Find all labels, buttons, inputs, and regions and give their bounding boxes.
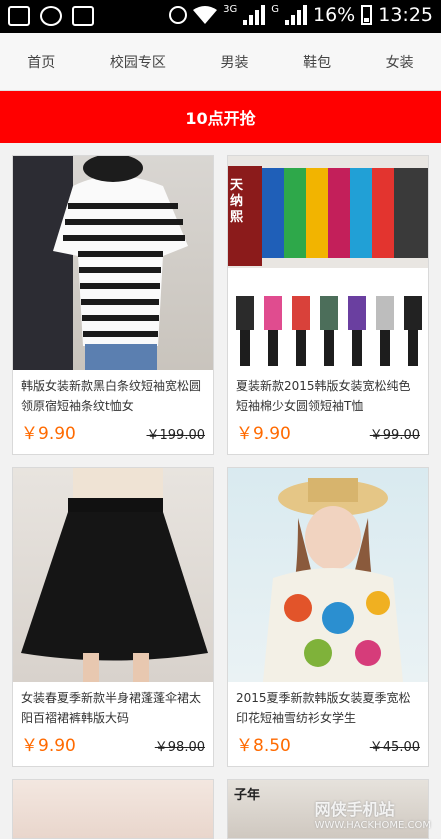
message-icon [72,6,94,26]
sale-price: ￥8.50 [236,736,291,756]
image-text: 子年 [234,788,261,803]
product-title[interactable]: 2015夏季新款韩版女装夏季宽松印花短袖雪纺衫女学生 [228,682,428,730]
category-nav: 首页 校园专区 男装 鞋包 女装 [0,33,441,91]
sale-price: ￥9.90 [21,736,76,756]
alarm-icon [169,6,188,24]
original-price: ￥199.00 [146,428,206,443]
status-bar: 3G G 16% 13:25 [0,0,441,33]
tab-shoes-bags[interactable]: 鞋包 [297,52,337,72]
price-row: ￥9.90 ￥98.00 [21,731,205,756]
product-card[interactable]: 女装春夏季新款半身裙蓬蓬伞裙太阳百褶裙裤韩版大码 ￥9.90 ￥98.00 [12,467,214,767]
system-icons: 3G G 16% 13:25 [169,4,433,26]
data-sync-icon [40,6,62,26]
signal-icon-2 [285,5,307,25]
price-row: ￥9.90 ￥199.00 [21,419,205,444]
flash-sale-banner[interactable]: 10点开抢 [0,91,441,143]
product-title[interactable]: 女装春夏季新款半身裙蓬蓬伞裙太阳百褶裙裤韩版大码 [13,682,213,730]
tab-menswear[interactable]: 男装 [214,52,254,72]
battery-icon [361,5,373,25]
tab-womenswear[interactable]: 女装 [380,52,420,72]
product-grid: 韩版女装新款黑白条纹短袖宽松圆领原宿短袖条纹t恤女 ￥9.90 ￥199.00 [12,155,431,839]
price-row: ￥9.90 ￥99.00 [236,419,420,444]
original-price: ￥99.00 [369,428,420,443]
product-card[interactable]: 韩版女装新款黑白条纹短袖宽松圆领原宿短袖条纹t恤女 ￥9.90 ￥199.00 [12,155,214,455]
signal-icon [243,5,266,25]
product-card[interactable]: 天纳熙 夏装新款2015韩版女装宽松纯色短袖棉少女圆领短袖T恤 ￥9.90 ￥9… [227,155,429,455]
battery-percent: 16% [313,4,356,26]
product-image[interactable] [13,468,213,682]
product-image[interactable] [13,780,213,838]
product-card-partial[interactable] [12,779,214,839]
wifi-icon [193,6,218,24]
watermark: 网侠手机站 WWW.HACKHOME.COM [315,796,431,831]
watermark-main: 网侠手机站 [314,800,395,819]
tab-campus[interactable]: 校园专区 [104,52,172,72]
product-card[interactable]: 2015夏季新款韩版女装夏季宽松印花短袖雪纺衫女学生 ￥8.50 ￥45.00 [227,467,429,767]
original-price: ￥45.00 [369,740,420,755]
original-price: ￥98.00 [154,740,205,755]
price-row: ￥8.50 ￥45.00 [236,731,420,756]
product-title[interactable]: 夏装新款2015韩版女装宽松纯色短袖棉少女圆领短袖T恤 [228,370,428,418]
notification-icons [8,6,94,26]
product-image[interactable]: 天纳熙 [228,156,428,370]
brand-label: 天纳熙 [230,178,244,225]
sale-price: ￥9.90 [236,424,291,444]
image-icon [8,6,30,26]
tab-home[interactable]: 首页 [21,52,61,72]
clock: 13:25 [378,4,433,26]
watermark-sub: WWW.HACKHOME.COM [314,820,431,831]
product-image[interactable] [228,468,428,682]
product-image[interactable] [13,156,213,370]
network-g-label: G [271,4,279,15]
sale-price: ￥9.90 [21,424,76,444]
product-title[interactable]: 韩版女装新款黑白条纹短袖宽松圆领原宿短袖条纹t恤女 [13,370,213,418]
network-3g-label: 3G [223,4,238,15]
